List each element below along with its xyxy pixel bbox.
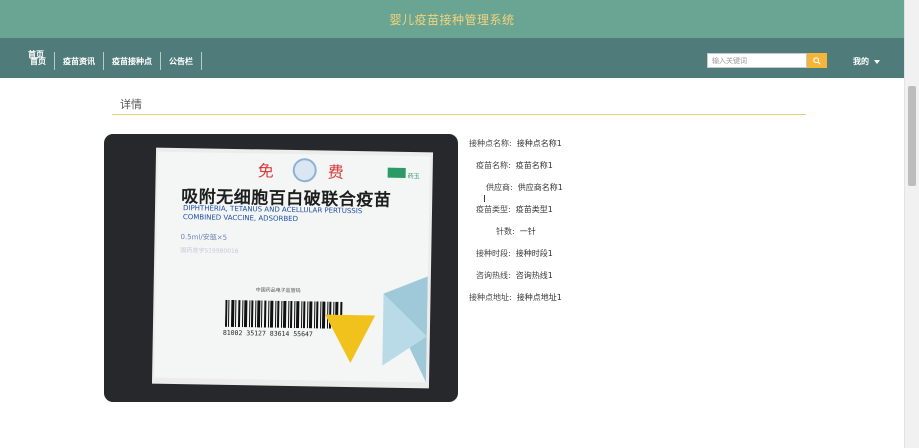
field-hotline: 咨询热线: 咨询热线1	[476, 270, 553, 281]
scrollbar[interactable]	[904, 0, 919, 448]
chevron-down-icon	[874, 59, 880, 64]
user-menu-label: 我的	[853, 57, 869, 66]
field-vaccine-type: 疫苗类型: 疫苗类型1	[476, 204, 553, 215]
barcode-number: 81002 35127 83614 55647	[222, 328, 313, 339]
brand-logo-icon	[387, 167, 406, 178]
field-value: 接种点地址1	[516, 293, 562, 302]
nav-item-vaccine-news[interactable]: 疫苗资讯	[55, 56, 103, 67]
field-site-address: 接种点地址: 接种点地址1	[469, 292, 562, 303]
page-title: 详情	[120, 98, 142, 111]
field-value: 疫苗名称1	[515, 161, 553, 170]
field-label: 疫苗类型:	[476, 205, 511, 214]
nav-item-vaccination-sites[interactable]: 疫苗接种点	[104, 56, 160, 67]
title-divider	[112, 114, 806, 115]
field-site-name: 接种点名称: 接种点名称1	[469, 138, 562, 149]
scrollbar-thumb[interactable]	[908, 86, 916, 186]
field-value: 疫苗类型1	[515, 205, 553, 214]
field-value: 接种时段1	[515, 249, 553, 258]
field-label: 供应商:	[486, 183, 513, 192]
field-label: 接种点地址:	[469, 293, 512, 302]
field-label: 接种时段:	[476, 249, 511, 258]
user-menu[interactable]: 我的	[853, 56, 880, 67]
home-overlay-label: 首页	[28, 50, 44, 59]
search-icon	[813, 56, 821, 65]
field-label: 接种点名称:	[469, 139, 512, 148]
brand-text: 药玉	[407, 172, 420, 181]
field-value: 供应商名称1	[517, 183, 563, 192]
free-label-right: 费	[327, 162, 344, 182]
supervision-code-label: 中国药品电子监管码	[255, 287, 301, 295]
nav-menu: 首页 疫苗资讯 疫苗接种点 公告栏	[28, 52, 202, 70]
top-banner: 婴儿疫苗接种管理系统	[0, 0, 904, 38]
vaccine-photo: 免 费 药玉 吸附无细胞百白破联合疫苗 DIPHTHERIA, TETANUS …	[104, 134, 458, 402]
field-label: 疫苗名称:	[476, 161, 511, 170]
field-value: 一针	[519, 227, 536, 236]
app-title: 婴儿疫苗接种管理系统	[389, 13, 515, 27]
search-input[interactable]: 输入关键词	[707, 53, 807, 68]
field-value: 咨询热线1	[515, 271, 553, 280]
field-dose-count: 针数: 一针	[496, 226, 536, 237]
approval-number: 国药准字S19980016	[180, 247, 239, 256]
field-label: 咨询热线:	[476, 271, 511, 280]
search-button[interactable]	[807, 53, 827, 68]
vaccine-box: 免 费 药玉 吸附无细胞百白破联合疫苗 DIPHTHERIA, TETANUS …	[151, 147, 434, 389]
box-triangle-graphic	[325, 276, 428, 383]
text-cursor-icon: I	[483, 194, 486, 205]
emblem-icon	[292, 157, 317, 183]
vaccine-box-face: 免 费 药玉 吸附无细胞百白破联合疫苗 DIPHTHERIA, TETANUS …	[154, 151, 430, 383]
nav-divider	[201, 52, 202, 70]
vaccine-name-en-line2: COMBINED VACCINE, ADSORBED	[182, 213, 299, 224]
field-value: 接种点名称1	[516, 139, 562, 148]
field-supplier: 供应商: 供应商名称1	[486, 182, 563, 193]
field-time-slot: 接种时段: 接种时段1	[476, 248, 553, 259]
free-label-left: 免	[257, 161, 274, 181]
nav-item-notice-board[interactable]: 公告栏	[161, 56, 201, 67]
field-label: 针数:	[496, 227, 515, 236]
dose-text: 0.5ml/安瓿×5	[180, 233, 228, 242]
field-vaccine-name: 疫苗名称: 疫苗名称1	[476, 160, 553, 171]
